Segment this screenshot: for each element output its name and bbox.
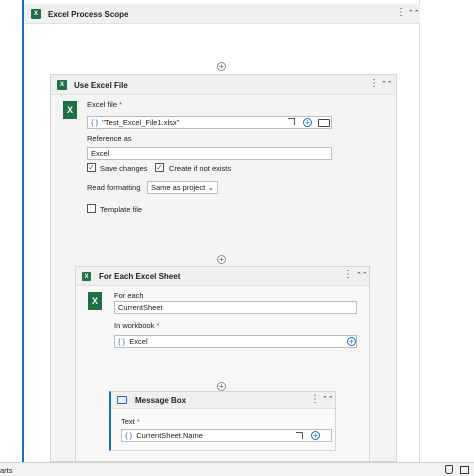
for-each-label: For each <box>114 291 144 300</box>
create-if-not-exists-checkbox[interactable]: ✓ <box>155 163 164 172</box>
excel-icon: X <box>31 9 41 19</box>
hand-pan-icon[interactable] <box>445 465 453 474</box>
outline-rail <box>22 0 24 462</box>
use-excel-file-panel: X Use Excel File ⋮ ⌃⌃ X Excel file * { }… <box>50 74 397 462</box>
message-box-icon <box>117 396 127 404</box>
excel-file-label: Excel file * <box>87 100 123 109</box>
add-activity-button[interactable]: + <box>217 62 226 71</box>
fit-screen-icon[interactable] <box>460 466 469 474</box>
for-each-collapse-icon[interactable]: ⌃⌃ <box>356 272 368 279</box>
browse-folder-icon[interactable] <box>318 119 330 127</box>
message-box-collapse-icon[interactable]: ⌃⌃ <box>322 396 334 403</box>
for-each-title: For Each Excel Sheet <box>99 272 181 281</box>
create-if-not-exists-label: Create if not exists <box>169 164 232 173</box>
scope-title: Excel Process Scope <box>48 10 129 19</box>
read-formatting-dropdown[interactable]: Same as project ⌄ <box>147 181 218 194</box>
right-divider <box>419 0 420 462</box>
use-excel-menu-icon[interactable]: ⋮ <box>369 79 379 89</box>
message-box-title: Message Box <box>135 396 187 405</box>
in-workbook-label: In workbook * <box>114 321 160 330</box>
template-file-label: Template file <box>100 205 143 214</box>
text-label: Text * <box>121 417 140 426</box>
excel-file-field[interactable]: { } "Test_Excel_File1.xlsx" <box>87 116 332 129</box>
expand-editor-icon[interactable] <box>288 118 295 125</box>
reference-as-label: Reference as <box>87 134 132 143</box>
plus-menu-button[interactable]: + <box>311 431 320 440</box>
excel-icon: X <box>57 80 67 90</box>
add-activity-button[interactable]: + <box>217 382 226 391</box>
excel-icon: X <box>82 272 91 281</box>
reference-as-field[interactable]: Excel <box>87 147 332 160</box>
message-box-menu-icon[interactable]: ⋮ <box>310 395 320 405</box>
template-file-checkbox[interactable] <box>87 204 96 213</box>
for-each-field[interactable]: CurrentSheet <box>114 301 357 314</box>
plus-menu-button[interactable]: + <box>303 118 312 127</box>
use-excel-collapse-icon[interactable]: ⌃⌃ <box>381 81 393 88</box>
expand-editor-icon[interactable] <box>296 432 303 439</box>
scope-collapse-icon[interactable]: ⌃⌃ <box>408 10 420 17</box>
message-box-header[interactable]: Message Box ⋮ ⌃⌃ <box>111 392 335 409</box>
expression-braces-icon: { } <box>91 118 99 127</box>
excel-sheet-icon: X <box>88 292 102 310</box>
expression-braces-icon: { } <box>125 431 133 440</box>
chevron-down-icon: ⌄ <box>207 183 214 192</box>
for-each-menu-icon[interactable]: ⋮ <box>343 270 353 280</box>
use-excel-file-title: Use Excel File <box>74 81 128 90</box>
scope-header[interactable]: X Excel Process Scope ⋮ ⌃⌃ <box>24 4 420 24</box>
plus-menu-button[interactable]: + <box>347 337 356 346</box>
read-formatting-label: Read formatting <box>87 183 141 192</box>
status-bar: arts <box>0 462 474 476</box>
excel-file-icon: X <box>63 101 77 119</box>
status-left-text: arts <box>0 466 13 475</box>
scope-menu-icon[interactable]: ⋮ <box>396 8 406 18</box>
for-each-header[interactable]: X For Each Excel Sheet ⋮ ⌃⌃ <box>76 267 369 286</box>
expression-braces-icon: { } <box>118 337 126 346</box>
in-workbook-field[interactable]: { } Excel <box>114 335 357 348</box>
message-box-panel: Message Box ⋮ ⌃⌃ Text * { } CurrentSheet… <box>109 391 336 451</box>
for-each-sheet-panel: X For Each Excel Sheet ⋮ ⌃⌃ X For each C… <box>75 266 370 462</box>
use-excel-file-header[interactable]: X Use Excel File ⋮ ⌃⌃ <box>51 75 396 95</box>
save-changes-checkbox[interactable]: ✓ <box>87 163 96 172</box>
save-changes-label: Save changes <box>100 164 148 173</box>
add-activity-button[interactable]: + <box>217 255 226 264</box>
